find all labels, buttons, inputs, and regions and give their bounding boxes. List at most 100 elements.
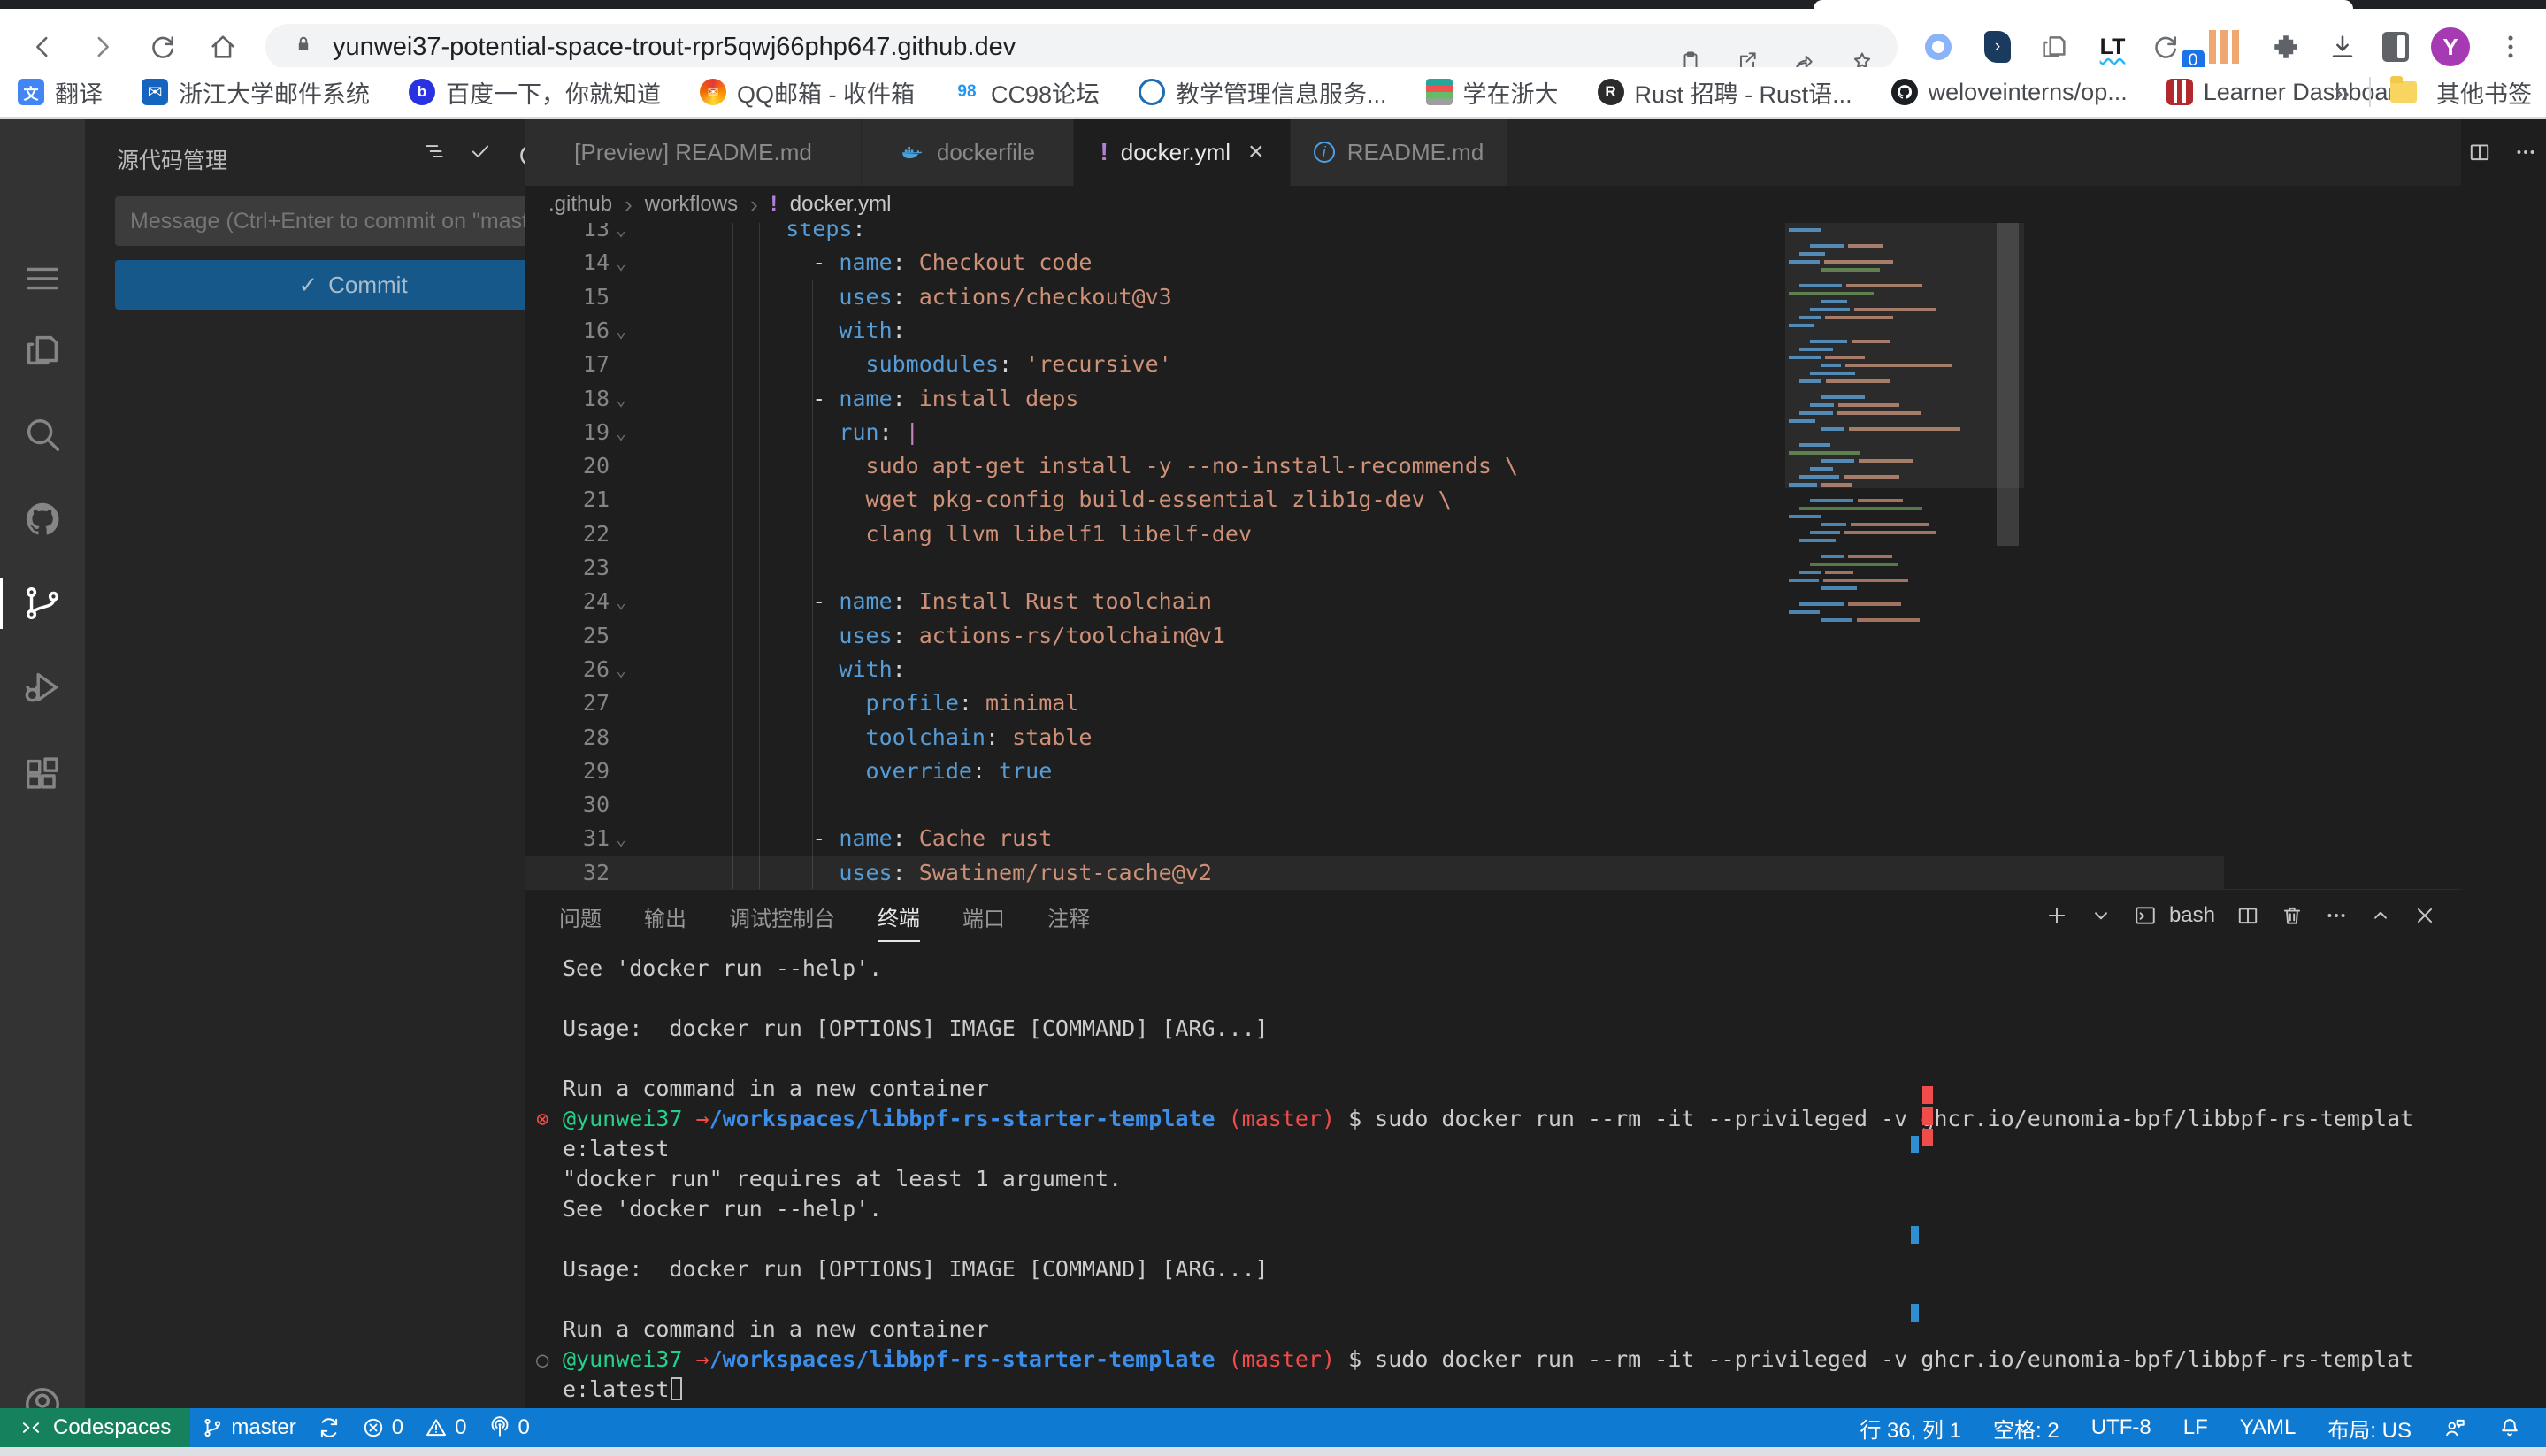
bookmark-baidu[interactable]: b百度一下，你就知道 — [409, 75, 661, 110]
code-line[interactable]: - name: Cache rust — [732, 822, 1052, 855]
code-line[interactable]: override: true — [732, 755, 1052, 788]
fold-chevron-icon[interactable]: ⌄ — [616, 822, 626, 855]
editor-more-icon[interactable] — [2514, 141, 2537, 164]
minimap[interactable] — [1785, 223, 2024, 889]
breadcrumb-item[interactable]: workflows — [645, 192, 738, 217]
extension-shield-icon[interactable]: › — [1978, 27, 2017, 66]
bookmarks-overflow-chevron[interactable]: » — [2334, 76, 2350, 109]
statusbar-branch-item[interactable]: master — [190, 1408, 306, 1447]
downloads-icon[interactable] — [2323, 27, 2362, 66]
code-line[interactable]: steps: — [732, 223, 866, 246]
statusbar-remote-indicator[interactable]: Codespaces — [0, 1408, 190, 1447]
code-line[interactable]: sudo apt-get install -y --no-install-rec… — [732, 449, 1518, 483]
activitybar-run-and-debug[interactable] — [0, 662, 85, 713]
bookmark-translate[interactable]: 文翻译 — [18, 75, 103, 110]
bookmark-cc98[interactable]: 98CC98论坛 — [954, 75, 1100, 110]
statusbar-eol[interactable]: LF — [2183, 1408, 2208, 1447]
code-line[interactable]: profile: minimal — [732, 686, 1078, 720]
code-line[interactable]: - name: Install Rust toolchain — [732, 585, 1212, 618]
breadcrumb-item[interactable]: .github — [548, 192, 612, 217]
commit-message-input[interactable] — [115, 196, 591, 246]
fold-chevron-icon[interactable]: ⌄ — [616, 382, 626, 416]
statusbar-problems-errors[interactable]: 0 — [351, 1408, 414, 1447]
statusbar-feedback[interactable] — [2443, 1408, 2466, 1447]
tab-close-icon[interactable]: × — [1248, 137, 1264, 167]
code-line[interactable]: - name: install deps — [732, 382, 1078, 416]
extensions-menu-icon[interactable] — [2266, 27, 2305, 66]
statusbar-encoding[interactable]: UTF-8 — [2091, 1408, 2151, 1447]
code-line[interactable]: submodules: 'recursive' — [732, 348, 1172, 381]
statusbar-language-mode[interactable]: YAML — [2240, 1408, 2297, 1447]
fold-chevron-icon[interactable]: ⌄ — [616, 246, 626, 280]
browser-menu-icon[interactable] — [2491, 27, 2530, 66]
browser-active-tab-sliver[interactable] — [1814, 0, 2353, 9]
reload-button[interactable] — [145, 29, 180, 65]
fold-chevron-icon[interactable]: ⌄ — [616, 223, 626, 246]
commit-check-icon[interactable] — [469, 140, 492, 163]
bookmark-rust[interactable]: RRust 招聘 - Rust语... — [1598, 75, 1852, 110]
panel-tab-端口[interactable]: 端口 — [962, 889, 1005, 941]
code-editor[interactable]: 13⌄ steps:14⌄ - name: Checkout code15 us… — [525, 223, 2461, 889]
terminal-icon[interactable] — [2134, 904, 2157, 927]
editor-scrollbar[interactable] — [1997, 223, 2019, 546]
code-line[interactable]: uses: actions/checkout@v3 — [732, 280, 1172, 314]
statusbar-problems-warnings[interactable]: 0 — [414, 1408, 477, 1447]
tab-docker.yml[interactable]: !docker.yml× — [1074, 119, 1291, 186]
bookmark-qqmail[interactable]: ✉QQ邮箱 - 收件箱 — [700, 75, 915, 110]
tab-readme.md[interactable]: iREADME.md — [1291, 119, 1507, 186]
code-line[interactable]: uses: Swatinem/rust-cache@v2 — [732, 856, 1212, 889]
activitybar-github[interactable] — [0, 494, 85, 545]
address-bar[interactable]: yunwei37-potential-space-trout-rpr5qwj66… — [265, 24, 1898, 70]
maximize-panel-icon[interactable] — [2369, 904, 2392, 927]
activitybar-menu-button[interactable] — [0, 253, 85, 304]
bookmark-zju[interactable]: 教学管理信息服务... — [1139, 75, 1387, 110]
code-line[interactable]: wget pkg-config build-essential zlib1g-d… — [732, 483, 1452, 517]
view-as-list-icon[interactable] — [423, 140, 446, 163]
panel-more-icon[interactable] — [2325, 904, 2348, 927]
code-line[interactable]: uses: actions-rs/toolchain@v1 — [732, 619, 1225, 653]
split-terminal-icon[interactable] — [2236, 904, 2259, 927]
code-line[interactable]: with: — [732, 314, 906, 348]
statusbar-notifications[interactable] — [2498, 1408, 2521, 1447]
panel-tab-调试控制台[interactable]: 调试控制台 — [729, 889, 835, 941]
url-text[interactable]: yunwei37-potential-space-trout-rpr5qwj66… — [333, 24, 1016, 70]
breadcrumb[interactable]: .github›workflows›!docker.yml — [525, 186, 2461, 223]
activitybar-search[interactable] — [0, 409, 85, 460]
code-line[interactable]: with: — [732, 653, 906, 686]
back-button[interactable] — [25, 29, 60, 65]
bookmark-xzzd[interactable]: 学在浙大 — [1426, 75, 1559, 110]
fold-chevron-icon[interactable]: ⌄ — [616, 585, 626, 618]
statusbar-sync-item[interactable] — [307, 1408, 351, 1447]
extension-ring-icon[interactable] — [1919, 27, 1958, 66]
breadcrumb-item[interactable]: docker.yml — [790, 192, 892, 217]
fold-chevron-icon[interactable]: ⌄ — [616, 653, 626, 686]
panel-tab-输出[interactable]: 输出 — [644, 889, 686, 941]
fold-chevron-icon[interactable]: ⌄ — [616, 314, 626, 348]
forward-button[interactable] — [85, 29, 120, 65]
new-terminal-icon[interactable] — [2045, 904, 2068, 927]
fold-chevron-icon[interactable]: ⌄ — [616, 416, 626, 449]
extension-ammo-icon[interactable] — [2205, 27, 2243, 66]
sidebar-toggle-icon[interactable] — [2376, 27, 2415, 66]
terminal[interactable]: See 'docker run --help'.Usage: docker ru… — [525, 941, 2461, 1409]
close-panel-icon[interactable] — [2413, 904, 2436, 927]
panel-tab-问题[interactable]: 问题 — [559, 889, 602, 941]
split-editor-icon[interactable] — [2468, 141, 2491, 164]
extension-sync-icon[interactable] — [2146, 27, 2185, 66]
tab--preview-readme.md[interactable]: [Preview] README.md — [525, 119, 862, 186]
code-line[interactable]: toolchain: stable — [732, 721, 1092, 755]
code-line[interactable]: - name: Checkout code — [732, 246, 1092, 280]
code-line[interactable]: run: | — [732, 416, 919, 449]
panel-tab-终端[interactable]: 终端 — [878, 888, 920, 942]
statusbar-keyboard-layout[interactable]: 布局: US — [2327, 1408, 2412, 1447]
commit-button[interactable]: ✓ Commit — [115, 260, 591, 310]
extension-copy-icon[interactable] — [2035, 27, 2074, 66]
bookmark-github[interactable]: weloveinterns/op... — [1891, 79, 2128, 106]
activitybar-explorer[interactable] — [0, 325, 85, 376]
activitybar-extensions[interactable] — [0, 748, 85, 800]
kill-terminal-icon[interactable] — [2281, 904, 2304, 927]
activitybar-source-control[interactable] — [0, 578, 85, 629]
home-button[interactable] — [205, 29, 241, 65]
statusbar-cursor-position[interactable]: 行 36, 列 1 — [1860, 1408, 1961, 1447]
panel-tab-注释[interactable]: 注释 — [1047, 889, 1090, 941]
